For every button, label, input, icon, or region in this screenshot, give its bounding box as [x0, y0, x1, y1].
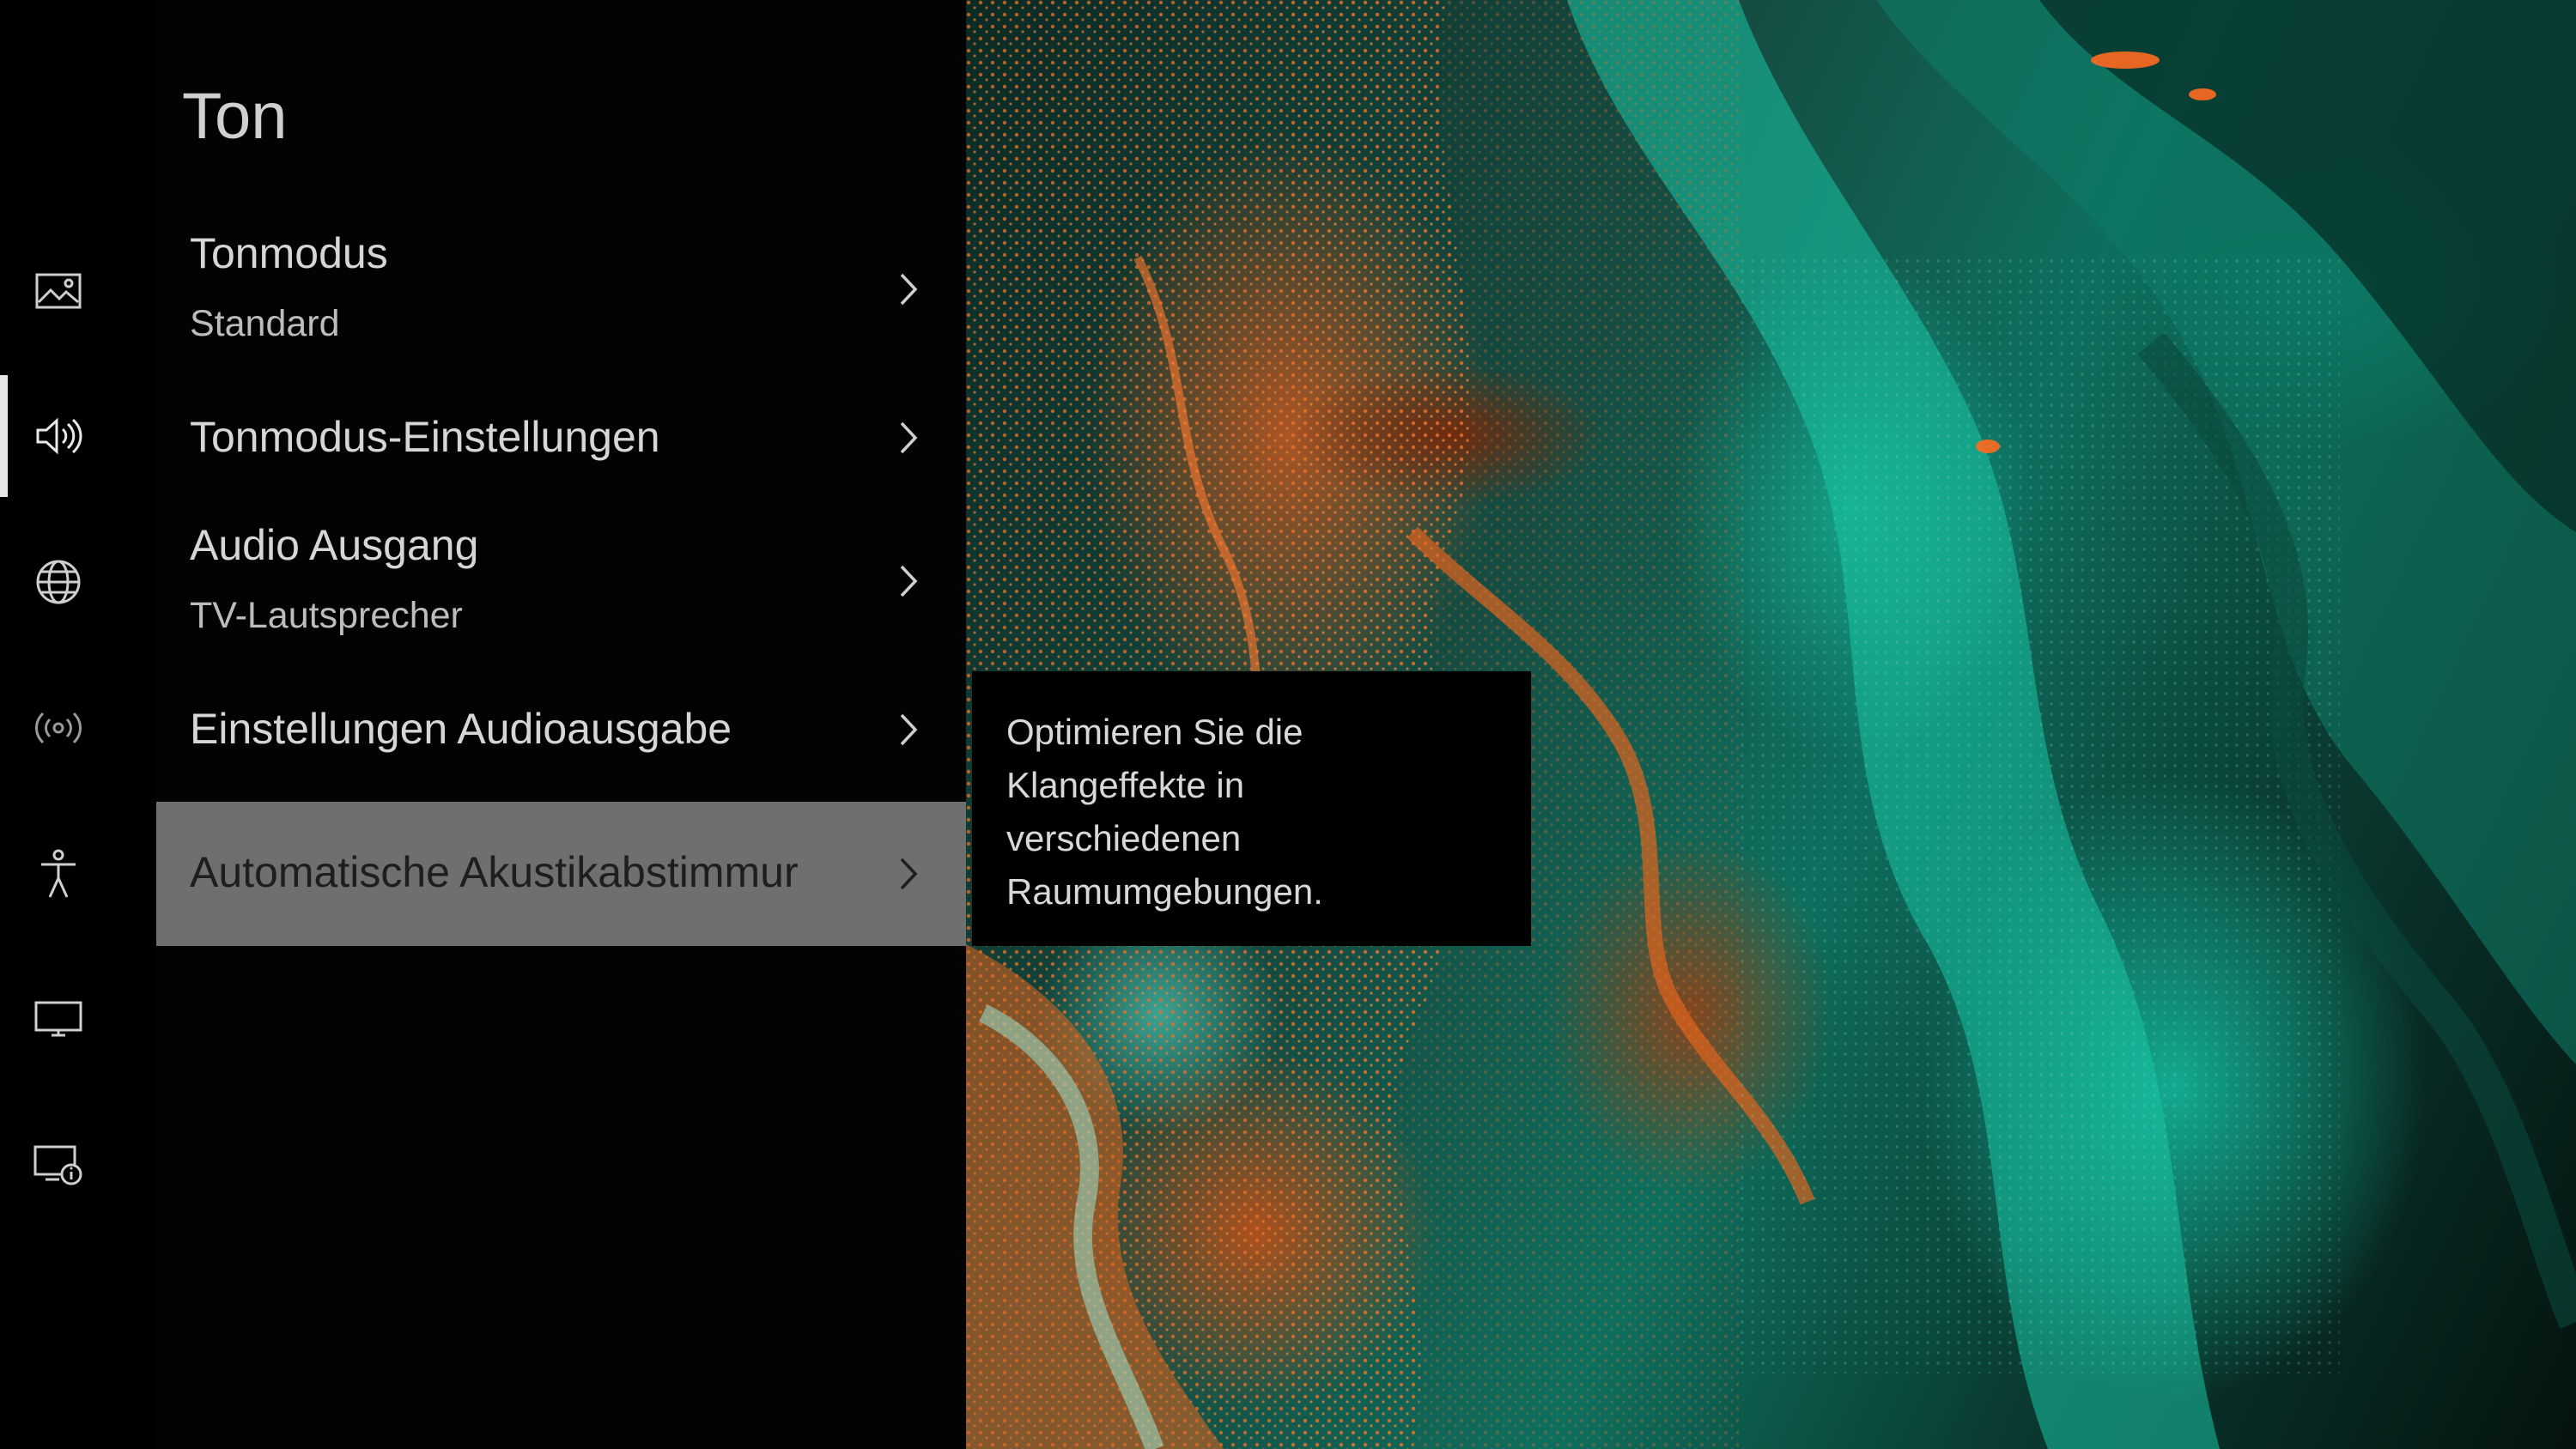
- tooltip-text: Optimieren Sie die Klangeffekte in versc…: [1006, 712, 1323, 912]
- chevron-right-icon: [900, 273, 918, 306]
- menu-item-auto-acoustic-tuning[interactable]: Automatische Akustikabstimmur: [156, 802, 966, 946]
- menu-item-label: Einstellungen Audioausgabe: [190, 705, 732, 753]
- tv-settings-screen: Ton Tonmodus Standard Tonmodus-Einstellu…: [0, 0, 2576, 1449]
- device-info-icon[interactable]: [33, 1140, 84, 1191]
- chevron-right-icon: [900, 858, 918, 890]
- display-icon[interactable]: [33, 994, 84, 1046]
- active-category-indicator: [0, 375, 8, 497]
- settings-category-rail: [0, 0, 155, 1449]
- chevron-right-icon: [900, 565, 918, 597]
- wireless-broadcast-icon[interactable]: [33, 702, 84, 754]
- menu-item-label: Audio Ausgang: [190, 521, 479, 569]
- chevron-right-icon: [900, 713, 918, 746]
- menu-item-value: TV-Lautsprecher: [190, 595, 463, 636]
- accessibility-icon[interactable]: [33, 848, 84, 900]
- picture-icon[interactable]: [33, 265, 84, 317]
- menu-item-label: Tonmodus: [190, 229, 388, 277]
- menu-item-audio-output[interactable]: Audio Ausgang TV-Lautsprecher: [156, 506, 966, 657]
- chevron-right-icon: [900, 421, 918, 454]
- menu-item-sound-mode-settings[interactable]: Tonmodus-Einstellungen: [156, 395, 966, 481]
- menu-item-label: Tonmodus-Einstellungen: [190, 413, 660, 461]
- help-tooltip: Optimieren Sie die Klangeffekte in versc…: [972, 671, 1531, 946]
- menu-item-value: Standard: [190, 303, 340, 344]
- sound-icon[interactable]: [33, 410, 84, 462]
- menu-item-label: Automatische Akustikabstimmur: [190, 848, 799, 896]
- globe-icon[interactable]: [33, 556, 84, 608]
- page-title: Ton: [182, 80, 288, 153]
- sound-settings-menu: Ton Tonmodus Standard Tonmodus-Einstellu…: [156, 0, 966, 1449]
- menu-item-audio-output-settings[interactable]: Einstellungen Audioausgabe: [156, 687, 966, 773]
- menu-item-sound-mode[interactable]: Tonmodus Standard: [156, 215, 966, 365]
